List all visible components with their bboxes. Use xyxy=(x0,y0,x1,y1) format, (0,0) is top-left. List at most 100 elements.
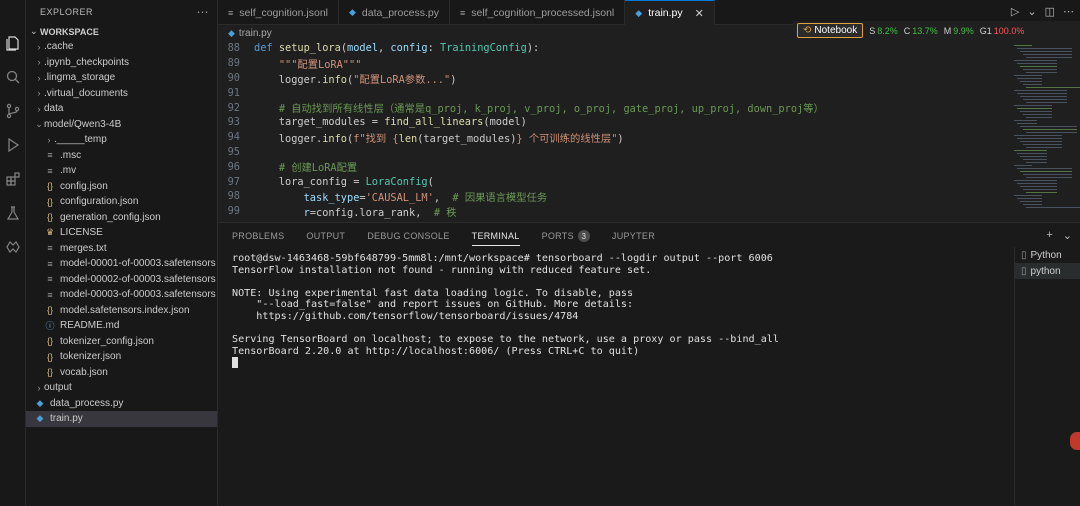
tab-data-process-py[interactable]: ◆ data_process.py xyxy=(339,0,450,25)
terminal-output[interactable]: root@dsw-1463468-59bf648799-5mm8l:/mnt/w… xyxy=(232,253,1012,369)
tree-item[interactable]: {} vocab.json xyxy=(26,365,217,381)
minimap-line xyxy=(1023,99,1067,100)
search-icon[interactable] xyxy=(0,60,26,94)
tree-item[interactable]: › .virtual_documents xyxy=(26,86,217,102)
tree-item[interactable]: ◆ train.py xyxy=(26,411,217,427)
minimap-line xyxy=(1023,174,1072,175)
tree-item[interactable]: › data xyxy=(26,101,217,117)
flask-icon[interactable] xyxy=(0,196,26,230)
tree-item[interactable]: › .lingma_storage xyxy=(26,70,217,86)
panel-tab-output[interactable]: OUTPUT xyxy=(306,223,345,249)
chevron-right-icon: › xyxy=(37,382,41,393)
tree-item[interactable]: {} tokenizer_config.json xyxy=(26,334,217,350)
metric-g1: G1 100.0% xyxy=(980,26,1025,36)
more-actions-icon[interactable]: ⋯ xyxy=(1063,5,1074,18)
minimap-line xyxy=(1026,72,1057,73)
tree-item[interactable]: › .cache xyxy=(26,39,217,55)
run-icon[interactable]: ▷ xyxy=(1011,5,1019,18)
line-number: 95 xyxy=(227,145,240,158)
minimap-line xyxy=(1020,81,1042,82)
close-icon[interactable]: ✕ xyxy=(695,7,704,20)
minimap-line xyxy=(1014,165,1032,166)
chevron-down-icon[interactable]: ⌄ xyxy=(1063,229,1072,242)
panel-tab-label: TERMINAL xyxy=(471,231,520,241)
json-file-icon: {} xyxy=(46,336,53,347)
new-terminal-icon[interactable]: + xyxy=(1046,229,1052,242)
tree-item[interactable]: ≡ model-00001-of-00003.safetensors xyxy=(26,256,217,272)
tab-self-cognition-processed-jsonl[interactable]: ≡ self_cognition_processed.jsonl xyxy=(450,0,626,25)
code-line: 98 task_type='CAUSAL_LM', # 因果语言模型任务 xyxy=(218,189,1008,204)
floating-assistant-icon[interactable] xyxy=(1070,432,1080,450)
code-line: 95 xyxy=(218,145,1008,160)
tree-item[interactable]: {} configuration.json xyxy=(26,194,217,210)
tree-item-label: .msc xyxy=(60,149,82,161)
chevron-down-icon[interactable]: ⌄ xyxy=(1027,5,1036,18)
split-editor-icon[interactable]: ◫ xyxy=(1045,5,1055,18)
extensions-icon[interactable] xyxy=(0,162,26,196)
tree-item-label: configuration.json xyxy=(60,196,139,208)
dsw-icon[interactable] xyxy=(0,230,26,264)
tab-self-cognition-jsonl[interactable]: ≡ self_cognition.jsonl xyxy=(218,0,339,25)
explorer-header: EXPLORER ⋯ xyxy=(26,0,217,24)
chevron-right-icon: › xyxy=(37,41,41,52)
line-number: 99 xyxy=(227,205,240,218)
notebook-button[interactable]: ⟲ Notebook xyxy=(797,23,864,38)
minimap[interactable] xyxy=(1008,41,1080,221)
python-file-icon: ◆ xyxy=(36,397,44,408)
editor-actions: ▷ ⌄ ◫ ⋯ xyxy=(1011,5,1074,18)
code-text: # 创建LoRA配置 xyxy=(278,162,358,175)
tree-item[interactable]: ⓘ README.md xyxy=(26,318,217,334)
source-control-icon[interactable] xyxy=(0,94,26,128)
files-icon[interactable] xyxy=(0,26,26,60)
tab-train-py[interactable]: ◆ train.py ✕ xyxy=(625,0,715,25)
panel-tab-terminal[interactable]: TERMINAL xyxy=(471,223,520,249)
minimap-line xyxy=(1017,183,1057,184)
workspace-header[interactable]: ⌄ WORKSPACE xyxy=(26,24,217,39)
minimap-line xyxy=(1023,54,1072,55)
metric-value: 9.9% xyxy=(953,25,974,36)
tree-item[interactable]: ≡ .msc xyxy=(26,148,217,164)
tree-item[interactable]: ≡ merges.txt xyxy=(26,241,217,257)
code-text: def setup_lora(model, config: TrainingCo… xyxy=(254,42,540,55)
panel-tab-ports[interactable]: PORTS 3 xyxy=(542,223,590,249)
json-file-icon: {} xyxy=(46,305,53,316)
code-line: 92 # 自动找到所有线性层（通常是q_proj, k_proj, v_proj… xyxy=(218,100,1008,116)
tree-item-label: model.safetensors.index.json xyxy=(60,304,190,316)
minimap-line xyxy=(1014,195,1042,196)
tree-item[interactable]: ≡ model-00002-of-00003.safetensors xyxy=(26,272,217,288)
code-editor[interactable]: 88 def setup_lora(model, config: Training… xyxy=(218,41,1008,221)
chevron-down-icon: ⌄ xyxy=(35,118,43,129)
tree-item[interactable]: ◆ data_process.py xyxy=(26,396,217,412)
terminal-instance[interactable]: ▯ Python xyxy=(1015,247,1080,263)
panel-tab-jupyter[interactable]: JUPYTER xyxy=(612,223,655,249)
minimap-line xyxy=(1023,69,1057,70)
tree-item[interactable]: › output xyxy=(26,380,217,396)
tree-item[interactable]: ≡ .mv xyxy=(26,163,217,179)
code-line: 93 target_modules = find_all_linears(mod… xyxy=(218,115,1008,130)
code-line: 89 """配置LoRA""" xyxy=(218,56,1008,71)
tree-item[interactable]: ⌄ model/Qwen3-4B xyxy=(26,117,217,133)
tree-item[interactable]: › ._____temp xyxy=(26,132,217,148)
panel-tab-problems[interactable]: PROBLEMS xyxy=(232,223,284,249)
tree-item[interactable]: {} tokenizer.json xyxy=(26,349,217,365)
metric-label: S xyxy=(869,25,876,36)
info-icon: ⓘ xyxy=(45,321,55,332)
tree-item[interactable]: ♛ LICENSE xyxy=(26,225,217,241)
more-actions-icon[interactable]: ⋯ xyxy=(197,5,210,19)
run-debug-icon[interactable] xyxy=(0,128,26,162)
tree-item[interactable]: {} generation_config.json xyxy=(26,210,217,226)
json-file-icon: {} xyxy=(46,367,53,378)
tree-item[interactable]: {} config.json xyxy=(26,179,217,195)
terminal-instance[interactable]: ▯ python xyxy=(1015,263,1080,279)
minimap-line xyxy=(1026,162,1047,163)
tree-item[interactable]: › .ipynb_checkpoints xyxy=(26,55,217,71)
tree-item[interactable]: {} model.safetensors.index.json xyxy=(26,303,217,319)
code-line: 97 lora_config = LoraConfig( xyxy=(218,174,1008,189)
panel-tab-label: DEBUG CONSOLE xyxy=(367,231,450,241)
terminal-line: TensorBoard 2.20.0 at http://localhost:6… xyxy=(232,345,640,357)
panel-tab-debug-console[interactable]: DEBUG CONSOLE xyxy=(367,223,449,249)
minimap-line xyxy=(1017,93,1067,94)
tree-item[interactable]: ≡ model-00003-of-00003.safetensors xyxy=(26,287,217,303)
terminal-instance-label: python xyxy=(1030,265,1061,277)
